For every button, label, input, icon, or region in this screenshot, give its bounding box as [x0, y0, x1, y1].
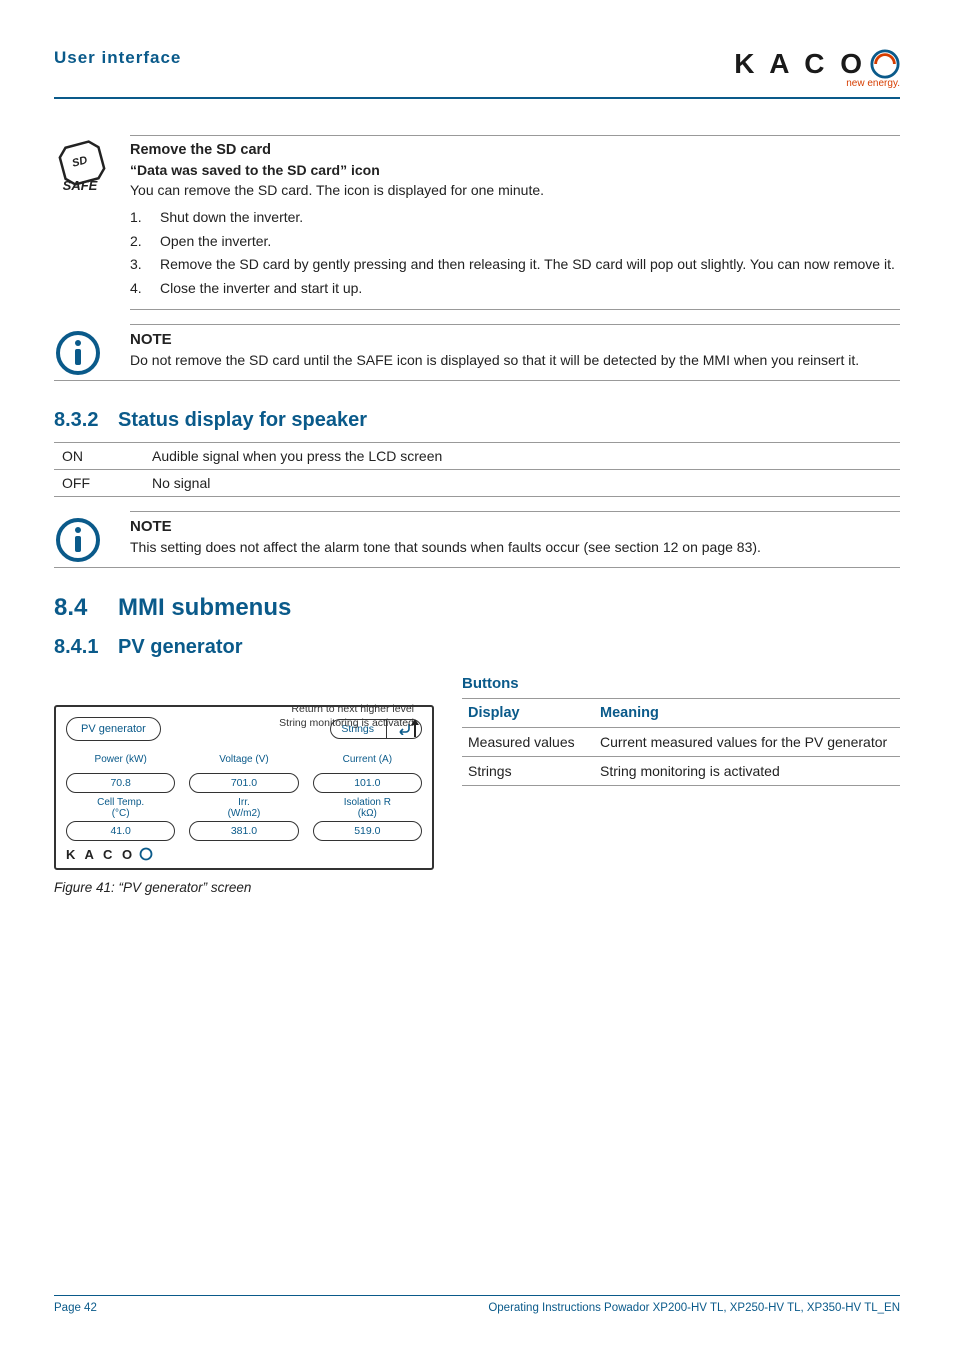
note-block: NOTE This setting does not affect the al…: [54, 516, 900, 567]
status-key: OFF: [54, 469, 144, 496]
metric-label: Power (kW): [66, 749, 175, 771]
metric-cell: Irr. (W/m2) 381.0: [189, 797, 298, 841]
metric-cell: Power (kW) 70.8: [66, 749, 175, 793]
section-832: 8.3.2Status display for speaker ON Audib…: [54, 409, 900, 568]
step-item: 4.Close the inverter and start it up.: [130, 277, 900, 301]
svg-text:SAFE: SAFE: [63, 178, 98, 192]
arrow-up-icon: [410, 719, 420, 737]
section-title: User interface: [54, 48, 181, 68]
device-screen: PV generator Strings Power (kW): [54, 705, 434, 870]
brand-text: K A C O: [734, 48, 866, 80]
screen-footer-brand: K A C O: [66, 847, 135, 862]
sd-title: Remove the SD card: [130, 142, 900, 158]
metric-cell: Isolation R (kΩ) 519.0: [313, 797, 422, 841]
col-meaning: Meaning: [594, 698, 900, 727]
col-display: Display: [462, 698, 594, 727]
step-item: 2.Open the inverter.: [130, 230, 900, 254]
screen-title-pill[interactable]: PV generator: [66, 717, 161, 741]
cell-display: Measured values: [462, 727, 594, 756]
brand-logo: K A C O new energy.: [734, 48, 900, 89]
metric-label: Voltage (V): [189, 749, 298, 771]
status-val: No signal: [144, 469, 900, 496]
sd-steps: 1.Shut down the inverter. 2.Open the inv…: [130, 206, 900, 300]
doc-title: Operating Instructions Powador XP200-HV …: [488, 1302, 900, 1314]
note-title: NOTE: [130, 518, 900, 535]
brand-tagline: new energy.: [846, 78, 900, 89]
note-body: Do not remove the SD card until the SAFE…: [130, 350, 900, 370]
metric-value[interactable]: 70.8: [66, 773, 175, 793]
screen-footer: K A C O: [66, 847, 422, 862]
cell-meaning: String monitoring is activated: [594, 756, 900, 785]
page-header: User interface K A C O new energy.: [54, 48, 900, 89]
sd-safe-icon: SD SAFE: [54, 140, 106, 192]
figure-caption: Figure 41: “PV generator” screen: [54, 880, 434, 895]
page-number: Page 42: [54, 1302, 97, 1314]
cell-meaning: Current measured values for the PV gener…: [594, 727, 900, 756]
metric-value[interactable]: 41.0: [66, 821, 175, 841]
heading-841: 8.4.1PV generator: [54, 636, 900, 659]
metric-label: Cell Temp. (°C): [66, 797, 175, 819]
note-title: NOTE: [130, 331, 900, 348]
metric-value[interactable]: 101.0: [313, 773, 422, 793]
table-header-row: Display Meaning: [462, 698, 900, 727]
metric-label: Isolation R (kΩ): [313, 797, 422, 819]
note-block: NOTE Do not remove the SD card until the…: [54, 329, 900, 380]
note-body: This setting does not affect the alarm t…: [130, 537, 900, 557]
swirl-icon: [870, 49, 900, 79]
metric-label: Current (A): [313, 749, 422, 771]
divider: [130, 135, 900, 136]
metric-value[interactable]: 701.0: [189, 773, 298, 793]
table-row: ON Audible signal when you press the LCD…: [54, 442, 900, 469]
status-key: ON: [54, 442, 144, 469]
metric-cell: Voltage (V) 701.0: [189, 749, 298, 793]
heading-84: 8.4MMI submenus: [54, 594, 900, 622]
status-val: Audible signal when you press the LCD sc…: [144, 442, 900, 469]
info-icon: [54, 329, 102, 377]
buttons-heading: Buttons: [462, 675, 900, 692]
divider: [130, 309, 900, 310]
metric-label: Irr. (W/m2): [189, 797, 298, 819]
page-footer: Page 42 Operating Instructions Powador X…: [54, 1295, 900, 1314]
step-item: 3.Remove the SD card by gently pressing …: [130, 253, 900, 277]
metric-cell: Cell Temp. (°C) 41.0: [66, 797, 175, 841]
cell-display: Strings: [462, 756, 594, 785]
table-row: OFF No signal: [54, 469, 900, 496]
table-row: Measured values Current measured values …: [462, 727, 900, 756]
pv-generator-row: Return to next higher level String monit…: [54, 675, 900, 895]
table-row: Strings String monitoring is activated: [462, 756, 900, 785]
step-item: 1.Shut down the inverter.: [130, 206, 900, 230]
metric-value[interactable]: 519.0: [313, 821, 422, 841]
sd-subtitle: “Data was saved to the SD card” icon: [130, 162, 900, 178]
divider: [130, 324, 900, 325]
sd-remove-block: SD SAFE Remove the SD card “Data was sav…: [54, 140, 900, 303]
buttons-table: Display Meaning Measured values Current …: [462, 698, 900, 786]
info-icon: [54, 516, 102, 564]
metric-value[interactable]: 381.0: [189, 821, 298, 841]
heading-832: 8.3.2Status display for speaker: [54, 409, 900, 432]
swirl-icon: [139, 847, 153, 861]
speaker-status-table: ON Audible signal when you press the LCD…: [54, 442, 900, 497]
screen-grid: Power (kW) 70.8 Voltage (V) 701.0 Curren…: [66, 749, 422, 841]
header-rule: [54, 97, 900, 99]
divider: [54, 380, 900, 381]
label-string-monitoring: String monitoring is activated: [279, 717, 414, 730]
metric-cell: Current (A) 101.0: [313, 749, 422, 793]
pv-screen-wrap: Return to next higher level String monit…: [54, 705, 434, 870]
divider: [54, 567, 900, 568]
label-return: Return to next higher level: [291, 703, 414, 716]
divider: [130, 511, 900, 512]
sd-para: You can remove the SD card. The icon is …: [130, 180, 900, 200]
svg-text:SD: SD: [71, 154, 89, 170]
